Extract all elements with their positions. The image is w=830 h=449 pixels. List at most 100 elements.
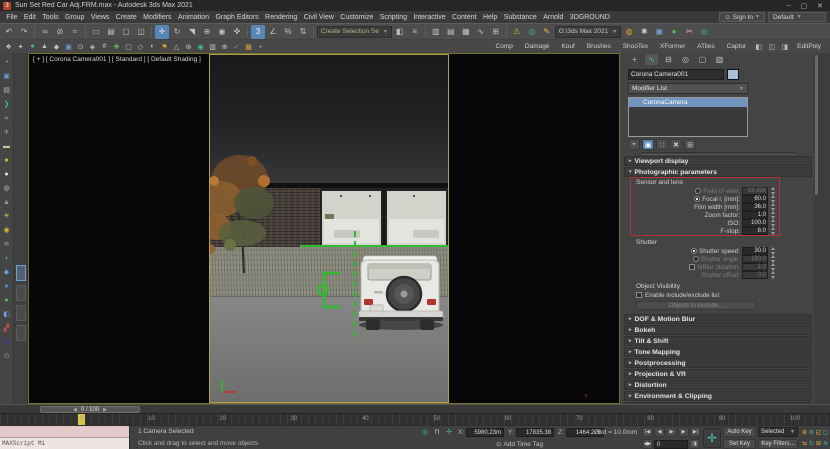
warning-icon[interactable]: ⚠	[510, 25, 524, 39]
tool-icon[interactable]	[313, 26, 314, 37]
tool-icon[interactable]	[151, 26, 152, 37]
select-link-icon[interactable]: ∞	[38, 25, 52, 39]
tool-icon[interactable]: ◆	[1, 335, 13, 349]
tool-icon[interactable]: ▥	[207, 41, 218, 52]
tool-icon[interactable]: ◒	[255, 41, 266, 52]
align-icon[interactable]: ≡	[408, 25, 422, 39]
tool-icon[interactable]: ❯	[1, 97, 13, 111]
tab-create[interactable]: +	[628, 54, 641, 65]
tool-icon[interactable]: ◆	[1, 265, 13, 279]
value-field[interactable]: 180.0	[742, 255, 768, 263]
plugin-menu-tab[interactable]: Brushes	[581, 43, 617, 50]
menu-item[interactable]: Interactive	[410, 14, 449, 21]
menu-item[interactable]: Rendering	[262, 14, 301, 21]
scrollbar-thumb[interactable]	[815, 55, 818, 195]
spinner[interactable]	[770, 203, 776, 211]
go-to-start-button[interactable]: |◀	[642, 427, 653, 437]
panel-scrollbar[interactable]	[814, 53, 830, 404]
orbit-icon[interactable]: ↻	[808, 438, 815, 449]
menu-item[interactable]: 3DGROUND	[567, 14, 613, 21]
menu-item[interactable]: Group	[62, 14, 88, 21]
menu-item[interactable]: Arnold	[540, 14, 567, 21]
plugin-menu-tab[interactable]: Damage	[519, 43, 556, 50]
remove-modifier-icon[interactable]: ✖	[670, 139, 682, 150]
tool-icon[interactable]: ▬	[1, 139, 13, 153]
value-field[interactable]: 100.0	[742, 219, 768, 227]
tool-icon[interactable]: #	[99, 41, 110, 52]
select-by-name-icon[interactable]: ▤	[104, 25, 118, 39]
tool-icon[interactable]: ▣	[63, 41, 74, 52]
tool-icon[interactable]: ▢	[123, 41, 134, 52]
make-unique-icon[interactable]: ∷	[656, 139, 668, 150]
tool-icon[interactable]	[425, 26, 426, 37]
menu-item[interactable]: Modifiers	[140, 14, 175, 21]
plugin-menu-tab[interactable]: ShooTex	[617, 43, 654, 50]
zoom-extents-icon[interactable]: ◱	[815, 427, 822, 438]
tool-icon[interactable]: ⊕	[219, 41, 230, 52]
spinner[interactable]	[770, 219, 776, 227]
next-frame-arrow-icon[interactable]: ▶	[103, 407, 107, 413]
configure-modifier-sets-icon[interactable]: ⊞	[684, 139, 696, 150]
rollout-header[interactable]: Postprocessing	[624, 358, 812, 368]
layout-tab[interactable]	[16, 285, 26, 301]
rollout-viewport-display[interactable]: Viewport display	[624, 156, 812, 166]
rollout-header[interactable]: Tilt & Shift	[624, 336, 812, 346]
tool-icon[interactable]: ◉	[1, 223, 13, 237]
tool-icon[interactable]: ◐	[147, 41, 158, 52]
rendered-frame-window-icon[interactable]: ▣	[652, 25, 666, 39]
camera-view[interactable]	[209, 54, 449, 403]
curve-editor-icon[interactable]: ∿	[474, 25, 488, 39]
render-iterative-icon[interactable]: ✂	[682, 25, 696, 39]
checkbox[interactable]	[689, 264, 695, 270]
named-selection-set-dropdown[interactable]: Create Selection Se ▼	[317, 26, 392, 38]
layout-split-icon[interactable]: ◧	[753, 41, 764, 52]
menu-item[interactable]: Civil View	[301, 14, 338, 21]
select-rotate-icon[interactable]: ↻	[170, 25, 184, 39]
value-field[interactable]: 36.0	[742, 203, 768, 211]
menu-item[interactable]: Animation	[175, 14, 213, 21]
radio-button[interactable]	[693, 256, 699, 262]
selection-lock-icon[interactable]: ⊓	[432, 427, 442, 437]
add-time-tag[interactable]: ⊙ Add Time Tag	[496, 440, 543, 448]
go-to-end-button[interactable]: ▶|	[690, 427, 701, 437]
enable-include-exclude-checkbox[interactable]	[636, 292, 642, 298]
viewport-label[interactable]: [ + ] [ Corona Camera001 ] [ Standard ] …	[33, 56, 201, 63]
tool-icon[interactable]: ≋	[1, 237, 13, 251]
tool-icon[interactable]: ▣	[1, 69, 13, 83]
tool-icon[interactable]: ●	[1, 153, 13, 167]
select-placement-icon[interactable]: ⊕	[200, 25, 214, 39]
tool-icon[interactable]: ◇	[135, 41, 146, 52]
ribbon-toggle-icon[interactable]: ▦	[459, 25, 473, 39]
maximize-button[interactable]: ▢	[801, 2, 808, 10]
key-icon[interactable]: ◨	[689, 439, 700, 449]
select-move-icon[interactable]: ✛	[155, 25, 169, 39]
tab-utilities[interactable]: ▨	[713, 54, 726, 65]
auto-key-button[interactable]: Auto Key	[723, 427, 756, 437]
menu-item[interactable]: Create	[113, 14, 140, 21]
tool-icon[interactable]: ▞	[1, 321, 13, 335]
rollout-header[interactable]: DOF & Motion Blur	[624, 314, 812, 324]
current-frame-field[interactable]: 0	[654, 440, 688, 449]
tool-icon[interactable]: ≈	[1, 111, 13, 125]
tool-icon[interactable]	[85, 26, 86, 37]
tool-icon[interactable]: ❖	[3, 41, 14, 52]
spinner[interactable]	[770, 255, 776, 263]
tab-modify[interactable]: ∿	[645, 54, 658, 65]
camera-gizmo[interactable]	[316, 271, 346, 309]
value-field[interactable]: 8.0	[742, 227, 768, 235]
radio-button[interactable]	[691, 248, 697, 254]
tool-icon[interactable]: ⊙	[1, 349, 13, 363]
value-field[interactable]: 60.0	[742, 195, 768, 203]
select-region-icon[interactable]: ▢	[119, 25, 133, 39]
selection-set-dropdown[interactable]: Selected ▼	[758, 427, 798, 437]
spinner[interactable]	[770, 247, 776, 255]
tool-icon[interactable]: ◍	[1, 181, 13, 195]
next-frame-button[interactable]: ▶	[678, 427, 689, 437]
plugin-menu-tab[interactable]: ATiles	[691, 43, 720, 50]
tool-icon[interactable]: ⊛	[183, 41, 194, 52]
tool-icon[interactable]: ●	[1, 279, 13, 293]
render-online-icon[interactable]: ◎	[697, 25, 711, 39]
modifier-stack-item[interactable]: CoronaCamera	[629, 98, 747, 107]
tab-display[interactable]: ▢	[696, 54, 709, 65]
tool-icon[interactable]: ◉	[195, 41, 206, 52]
